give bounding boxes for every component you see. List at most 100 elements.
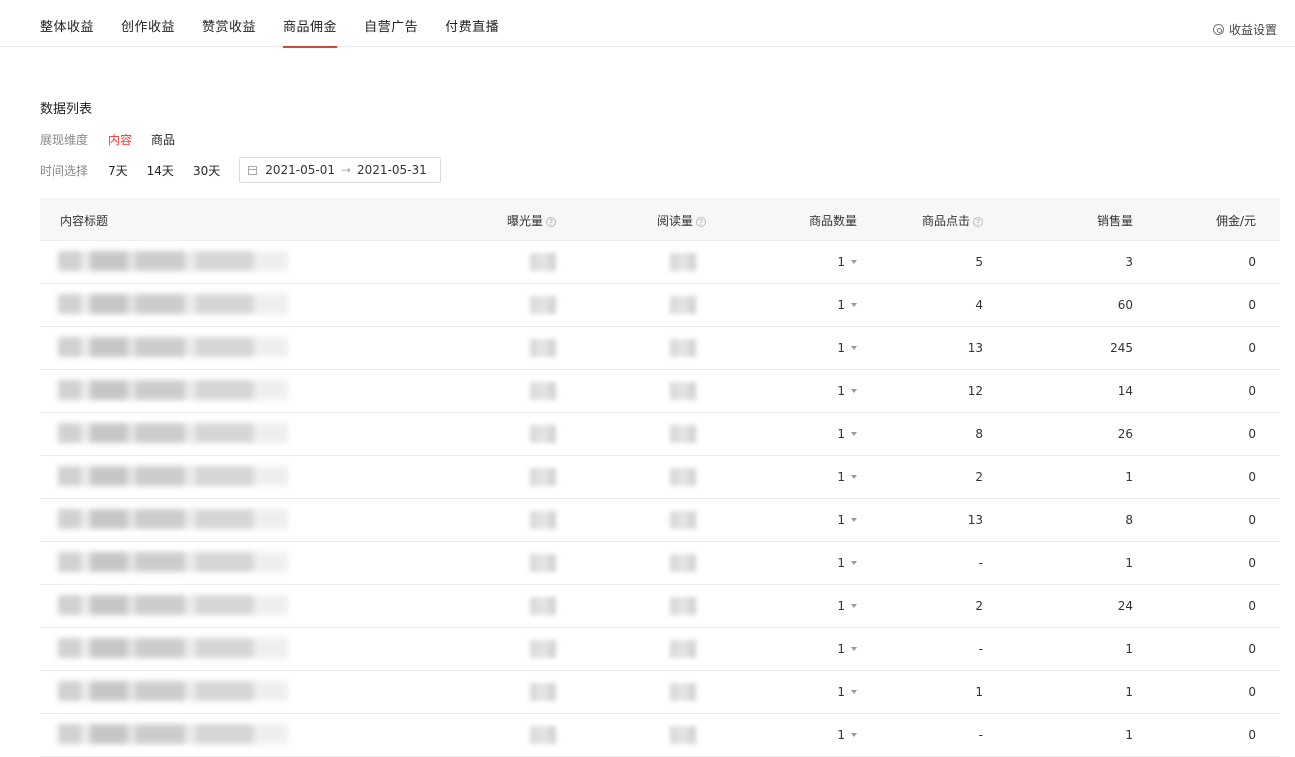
goods-count-dropdown[interactable]: 1 [837, 298, 857, 312]
blurred-exposure-value [530, 339, 556, 357]
settings-label: 收益设置 [1228, 23, 1277, 37]
goods-count-dropdown[interactable]: 1 [837, 470, 857, 484]
date-end: 2021-05-31 [357, 163, 427, 177]
blurred-content-title[interactable] [58, 681, 288, 701]
goods-count-dropdown[interactable]: 1 [837, 556, 857, 570]
sales-value: 245 [1110, 341, 1133, 355]
goods-count-dropdown[interactable]: 1 [837, 642, 857, 656]
header-goods-clicks: 商品点击? [922, 212, 983, 229]
caret-down-icon [851, 475, 857, 479]
tab-product-commission[interactable]: 商品佣金 [283, 0, 338, 48]
goods-count-dropdown[interactable]: 1 [837, 513, 857, 527]
blurred-reads-value [670, 597, 696, 615]
blurred-exposure-value [530, 468, 556, 486]
blurred-content-title[interactable] [58, 638, 288, 658]
time-option-14d[interactable]: 14天 [147, 162, 174, 179]
goods-count-value: 1 [837, 728, 845, 742]
help-circle-icon[interactable]: ? [973, 217, 983, 227]
goods-count-value: 1 [837, 427, 845, 441]
time-option-7d[interactable]: 7天 [108, 162, 128, 179]
caret-down-icon [851, 260, 857, 264]
goods-clicks-value: 2 [975, 470, 983, 484]
header-reads-label: 阅读量 [656, 214, 693, 228]
commission-value: 0 [1248, 341, 1256, 355]
sales-value: 1 [1125, 685, 1133, 699]
goods-count-value: 1 [837, 513, 845, 527]
goods-count-dropdown[interactable]: 1 [837, 384, 857, 398]
caret-down-icon [851, 346, 857, 350]
date-range-picker[interactable]: 2021-05-01 → 2021-05-31 [239, 157, 442, 183]
blurred-exposure-value [530, 382, 556, 400]
sales-value: 8 [1125, 513, 1133, 527]
caret-down-icon [851, 389, 857, 393]
tab-tip-revenue[interactable]: 赞赏收益 [202, 0, 256, 47]
goods-count-dropdown[interactable]: 1 [837, 685, 857, 699]
blurred-exposure-value [530, 253, 556, 271]
caret-down-icon [851, 733, 857, 737]
time-filter: 时间选择 7天 14天 30天 2021-05-01 → 2021-05-31 [40, 157, 442, 183]
goods-count-dropdown[interactable]: 1 [837, 728, 857, 742]
header-exposure-label: 曝光量 [506, 214, 543, 228]
blurred-content-title[interactable] [58, 466, 288, 486]
commission-value: 0 [1248, 599, 1256, 613]
time-option-30d[interactable]: 30天 [193, 162, 220, 179]
table-row: 1 - 1 0 [40, 628, 1280, 671]
header-sales: 销售量 [1096, 214, 1133, 228]
blurred-content-title[interactable] [58, 423, 288, 443]
header-commission: 佣金/元 [1215, 214, 1256, 228]
tab-self-ads[interactable]: 自营广告 [364, 0, 418, 47]
caret-down-icon [851, 561, 857, 565]
tab-paid-live[interactable]: 付费直播 [445, 0, 499, 47]
goods-count-value: 1 [837, 470, 845, 484]
dimension-option-content[interactable]: 内容 [108, 131, 132, 148]
dimension-option-product[interactable]: 商品 [151, 131, 175, 148]
blurred-content-title[interactable] [58, 380, 288, 400]
blurred-reads-value [670, 726, 696, 744]
commission-value: 0 [1248, 685, 1256, 699]
goods-count-dropdown[interactable]: 1 [837, 341, 857, 355]
caret-down-icon [851, 303, 857, 307]
blurred-reads-value [670, 296, 696, 314]
table-row: 1 13 245 0 [40, 327, 1280, 370]
top-nav: 整体收益 创作收益 赞赏收益 商品佣金 自营广告 付费直播 收益设置 [0, 0, 1295, 48]
tab-overall-revenue[interactable]: 整体收益 [40, 0, 94, 47]
goods-count-value: 1 [837, 341, 845, 355]
help-circle-icon[interactable]: ? [546, 217, 556, 227]
blurred-exposure-value [530, 683, 556, 701]
blurred-content-title[interactable] [58, 337, 288, 357]
blurred-content-title[interactable] [58, 251, 288, 271]
blurred-exposure-value [530, 554, 556, 572]
tab-creation-revenue[interactable]: 创作收益 [121, 0, 175, 47]
blurred-exposure-value [530, 511, 556, 529]
table-body: 1 5 3 0 1 4 60 0 1 13 245 0 1 12 14 0 1 8 26 0 1 2 1 0 1 13 8 0 1-1 0… [40, 241, 1280, 757]
date-separator: → [340, 163, 352, 177]
blurred-content-title[interactable] [58, 595, 288, 615]
dimension-filter: 展现维度 内容 商品 [40, 131, 194, 148]
sales-value: 3 [1125, 255, 1133, 269]
sales-value: 14 [1117, 384, 1133, 398]
blurred-content-title[interactable] [58, 724, 288, 744]
header-goods-clicks-label: 商品点击 [921, 214, 970, 228]
caret-down-icon [851, 690, 857, 694]
goods-count-value: 1 [837, 255, 845, 269]
table-row: 1 2 1 0 [40, 456, 1280, 499]
commission-value: 0 [1248, 255, 1256, 269]
goods-count-dropdown[interactable]: 1 [837, 427, 857, 441]
blurred-content-title[interactable] [58, 294, 288, 314]
help-circle-icon[interactable]: ? [696, 217, 706, 227]
caret-down-icon [851, 432, 857, 436]
goods-count-value: 1 [837, 599, 845, 613]
table-row: 1 - 1 0 [40, 542, 1280, 585]
goods-count-dropdown[interactable]: 1 [837, 255, 857, 269]
caret-down-icon [851, 604, 857, 608]
goods-count-dropdown[interactable]: 1 [837, 599, 857, 613]
goods-clicks-value: 1 [975, 685, 983, 699]
sales-value: 1 [1125, 556, 1133, 570]
blurred-reads-value [670, 640, 696, 658]
revenue-settings-link[interactable]: 收益设置 [1212, 21, 1277, 38]
table-row: 1 4 60 0 [40, 284, 1280, 327]
blurred-reads-value [670, 253, 696, 271]
blurred-content-title[interactable] [58, 509, 288, 529]
blurred-content-title[interactable] [58, 552, 288, 572]
table-row: 1 - 1 0 [40, 714, 1280, 757]
